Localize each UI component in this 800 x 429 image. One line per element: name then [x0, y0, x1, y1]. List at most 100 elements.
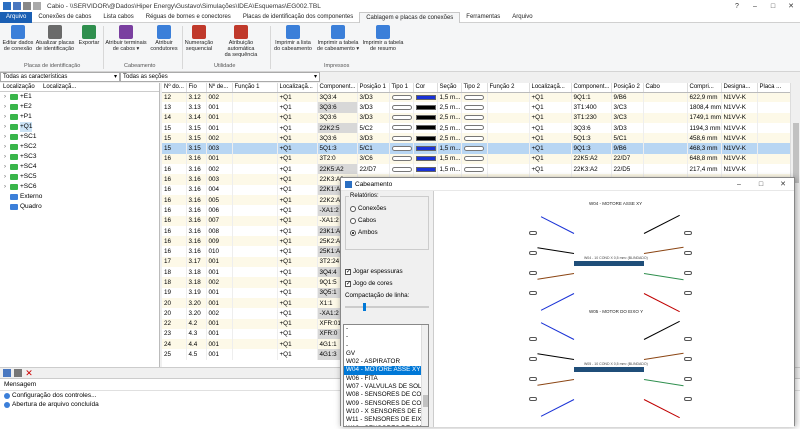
table-cell[interactable]: +Q1 — [529, 143, 572, 154]
tree-item[interactable]: Quadro — [0, 202, 159, 212]
column-header[interactable]: Fio — [186, 83, 207, 93]
table-cell[interactable]: 002 — [206, 164, 233, 175]
tree-item[interactable]: › +SC1 — [0, 132, 159, 142]
table-cell[interactable]: 001 — [206, 349, 233, 360]
table-cell[interactable]: 001 — [206, 112, 233, 123]
table-cell[interactable] — [643, 112, 688, 123]
table-cell[interactable]: +Q1 — [277, 308, 318, 319]
table-cell[interactable] — [389, 133, 414, 144]
table-cell[interactable]: 3Q3:6 — [571, 122, 612, 134]
table-cell[interactable]: 001 — [206, 328, 233, 340]
table-cell[interactable] — [232, 205, 278, 216]
cable-list-item[interactable]: W06 - FITA — [344, 375, 422, 383]
table-cell[interactable]: 622,9 mm — [687, 92, 722, 103]
list-scroll-thumb[interactable] — [423, 395, 428, 407]
redo-icon[interactable] — [33, 2, 41, 10]
table-cell[interactable]: N1VV-K — [721, 112, 758, 123]
table-cell[interactable]: N1VV-K — [721, 102, 758, 113]
table-cell[interactable]: 9Q1:3 — [571, 143, 612, 154]
checkbox-checked-icon[interactable]: ✓ — [345, 280, 351, 287]
cable-list-item[interactable]: W12 - SENSORES DE LÂMIN — [344, 425, 422, 426]
assign-cable-terminals-button[interactable]: Atribuir terminais de cabos ▾ — [104, 25, 148, 52]
table-cell[interactable]: N1VV-K — [721, 92, 758, 103]
table-cell[interactable]: +Q1 — [277, 133, 318, 144]
tree-item[interactable]: › +SC2 — [0, 142, 159, 152]
table-cell[interactable] — [757, 112, 790, 123]
table-cell[interactable]: 3/D3 — [357, 112, 390, 123]
table-cell[interactable]: 3.20 — [186, 297, 207, 309]
table-cell[interactable]: 5Q1:3 — [571, 133, 612, 144]
table-cell[interactable]: 16 — [162, 194, 187, 206]
table-cell[interactable] — [232, 349, 278, 360]
table-cell[interactable]: 3/D3 — [357, 133, 390, 144]
print-wiring-list-button[interactable]: Imprimir a lista do cabeamento — [271, 25, 315, 52]
table-cell[interactable]: 5Q1:3 — [317, 143, 358, 154]
minimize-button[interactable]: – — [746, 0, 764, 12]
table-cell[interactable] — [232, 122, 278, 134]
table-cell[interactable]: 22K2:5 — [317, 122, 358, 134]
table-cell[interactable]: +Q1 — [277, 102, 318, 113]
table-cell[interactable] — [232, 133, 278, 144]
table-cell[interactable]: 3/C3 — [611, 102, 644, 113]
table-cell[interactable]: 18 — [162, 277, 187, 288]
table-cell[interactable]: 16 — [162, 184, 187, 195]
table-cell[interactable]: 010 — [206, 246, 233, 257]
column-header[interactable]: Localizaçã... — [277, 83, 318, 93]
table-cell[interactable] — [232, 92, 278, 103]
tab-cable-list[interactable]: Lista cabos — [97, 12, 139, 23]
tree-item[interactable]: › +E1 — [0, 92, 159, 102]
table-cell[interactable]: 1,5 m... — [437, 153, 462, 165]
radio-circle[interactable] — [350, 229, 356, 236]
maximize-button[interactable]: □ — [764, 0, 782, 12]
table-cell[interactable]: 3.16 — [186, 153, 207, 165]
column-header[interactable]: Tipo 1 — [389, 83, 414, 93]
table-cell[interactable]: N1VV-K — [721, 164, 758, 175]
radio-circle[interactable] — [350, 205, 356, 212]
cable-list-item[interactable]: W04 - MOTORE ASSE XY — [344, 366, 422, 375]
table-cell[interactable]: 9Q1:1 — [571, 92, 612, 103]
table-cell[interactable]: 3.16 — [186, 225, 207, 237]
tab-terminal-strips[interactable]: Réguas de bornes e conectores — [140, 12, 237, 23]
table-cell[interactable]: +Q1 — [529, 164, 572, 175]
table-cell[interactable]: 3/C6 — [357, 153, 390, 165]
table-cell[interactable]: +Q1 — [277, 112, 318, 123]
checkbox-checked-icon[interactable]: ✓ — [345, 268, 351, 275]
table-cell[interactable]: 3T1:230 — [571, 112, 612, 123]
table-cell[interactable] — [757, 102, 790, 113]
table-cell[interactable] — [232, 184, 278, 195]
table-cell[interactable]: 3.16 — [186, 215, 207, 226]
table-cell[interactable]: 3T2:0 — [317, 153, 358, 165]
table-cell[interactable]: 458,6 mm — [687, 133, 722, 144]
table-cell[interactable]: 5/C1 — [357, 143, 390, 154]
table-cell[interactable]: +Q1 — [529, 112, 572, 123]
edit-connection-data-button[interactable]: Editar dados de conexão — [2, 25, 34, 52]
table-cell[interactable] — [232, 267, 278, 278]
table-cell[interactable] — [757, 143, 790, 154]
radio-connections[interactable]: Conexões — [350, 205, 386, 212]
tree-header-location-2[interactable]: Localizaçã... — [40, 83, 76, 91]
tab-component-labels[interactable]: Placas de identificação dos componentes — [237, 12, 359, 23]
table-cell[interactable]: 3Q3:4 — [317, 92, 358, 103]
table-cell[interactable]: +Q1 — [529, 133, 572, 144]
table-cell[interactable]: 002 — [206, 133, 233, 144]
table-cell[interactable]: 20 — [162, 308, 187, 319]
table-cell[interactable]: 22K3:A2 — [571, 164, 612, 175]
table-cell[interactable] — [461, 153, 488, 165]
table-cell[interactable]: 16 — [162, 205, 187, 216]
cable-list-item[interactable]: W10 - X SENSORES DE EIXO — [344, 408, 422, 416]
table-cell[interactable]: 22K5:A2 — [571, 153, 612, 165]
table-cell[interactable]: 24 — [162, 339, 187, 350]
table-cell[interactable]: 004 — [206, 184, 233, 195]
table-cell[interactable] — [643, 133, 688, 144]
table-cell[interactable] — [232, 328, 278, 340]
table-cell[interactable]: 002 — [206, 92, 233, 103]
table-row[interactable]: 15 3.15 003 +Q1 5Q1:3 5/C1 1,5 m... +Q1 9Q1:3 9/B… — [162, 143, 790, 154]
table-cell[interactable]: 3.19 — [186, 287, 207, 298]
table-cell[interactable] — [413, 122, 438, 134]
column-header[interactable]: Posição 2 — [611, 83, 644, 93]
table-cell[interactable] — [487, 122, 530, 134]
table-cell[interactable]: 18 — [162, 267, 187, 278]
characteristics-filter[interactable]: Todas as características — [0, 72, 120, 82]
table-cell[interactable]: 006 — [206, 205, 233, 216]
help-icon[interactable]: ? — [728, 0, 746, 12]
